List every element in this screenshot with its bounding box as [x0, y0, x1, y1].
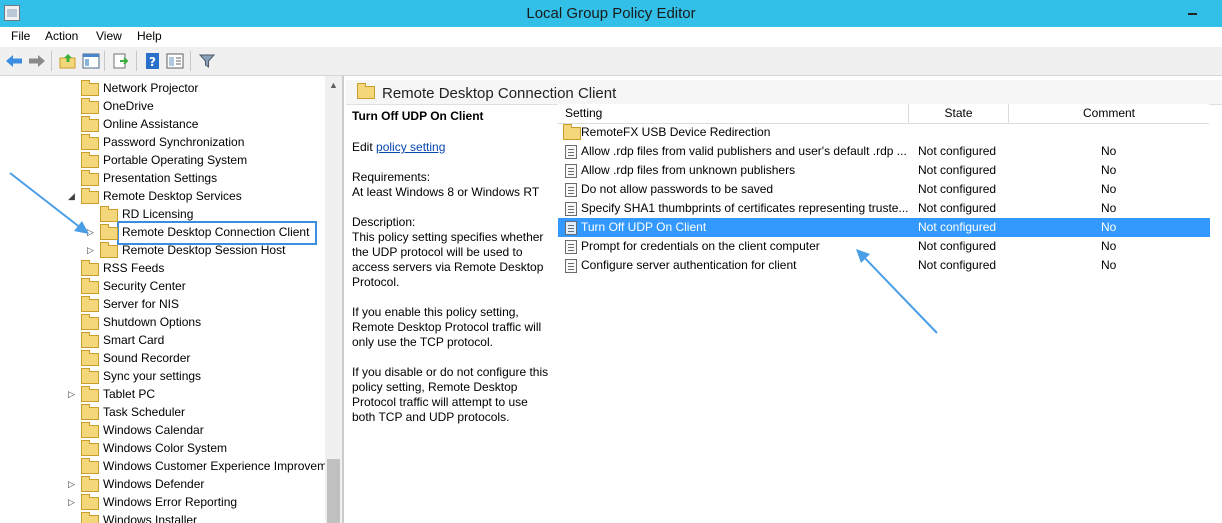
annotation-arrow-tree: [9, 172, 89, 234]
annotation-arrow-list: [856, 249, 938, 334]
annotation-overlay: [9, 172, 938, 334]
